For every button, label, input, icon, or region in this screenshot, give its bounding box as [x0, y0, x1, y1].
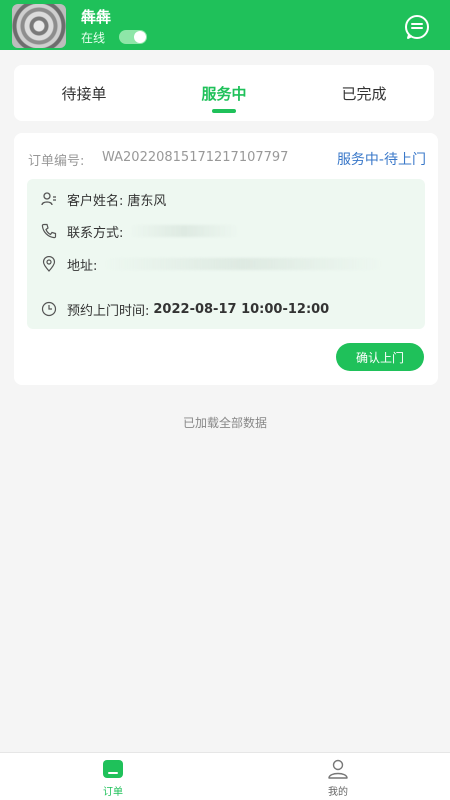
nav-orders-label: 订单	[103, 787, 123, 798]
online-status-label: 在线	[81, 31, 106, 45]
order-tabs: 待接单 服务中 已完成	[14, 65, 434, 121]
confirm-visit-button[interactable]: 确认上门	[336, 343, 424, 371]
tab-pending[interactable]: 待接单	[14, 65, 154, 121]
user-icon	[41, 192, 56, 206]
address-value-redacted	[103, 258, 384, 270]
profile-icon	[328, 759, 348, 779]
nav-mine[interactable]: 我的	[298, 759, 378, 799]
customer-name-value: 唐东风	[127, 193, 167, 209]
chat-icon[interactable]	[404, 14, 430, 40]
contact-label: 联系方式:	[67, 225, 124, 241]
clock-icon	[41, 301, 57, 317]
order-card[interactable]: 订单编号: WA20220815171217107797 服务中-待上门 客户姓…	[14, 133, 438, 385]
order-number-label: 订单编号:	[28, 154, 85, 169]
address-row: 地址:	[41, 254, 384, 274]
list-footer-text: 已加载全部数据	[182, 416, 267, 430]
bottom-nav: 订单 我的	[0, 752, 450, 800]
tab-completed[interactable]: 已完成	[294, 65, 434, 121]
active-tab-indicator	[212, 109, 236, 113]
phone-icon	[41, 223, 57, 239]
contact-value-redacted	[129, 225, 240, 237]
order-info-box: 客户姓名: 唐东风 联系方式: 地址: 预约上门时间: 2022-08-17 1…	[27, 179, 425, 329]
username: 犇犇	[81, 8, 112, 26]
address-label: 地址:	[67, 258, 98, 274]
location-icon	[42, 256, 56, 272]
appointment-label: 预约上门时间:	[67, 303, 150, 319]
avatar[interactable]	[12, 4, 66, 48]
appointment-row: 预约上门时间: 2022-08-17 10:00-12:00	[41, 299, 329, 319]
nav-mine-label: 我的	[328, 787, 348, 798]
contact-row: 联系方式:	[41, 221, 240, 241]
app-header: 犇犇 在线	[0, 0, 450, 50]
online-toggle[interactable]	[119, 30, 147, 44]
customer-row: 客户姓名: 唐东风	[41, 189, 166, 209]
nav-orders[interactable]: 订单	[73, 759, 153, 799]
customer-name-label: 客户姓名:	[67, 193, 124, 209]
appointment-value: 2022-08-17 10:00-12:00	[153, 301, 330, 317]
order-status: 服务中-待上门	[336, 152, 426, 168]
orders-icon	[103, 760, 123, 778]
order-number-value: WA20220815171217107797	[102, 150, 289, 165]
toggle-knob	[134, 31, 146, 43]
